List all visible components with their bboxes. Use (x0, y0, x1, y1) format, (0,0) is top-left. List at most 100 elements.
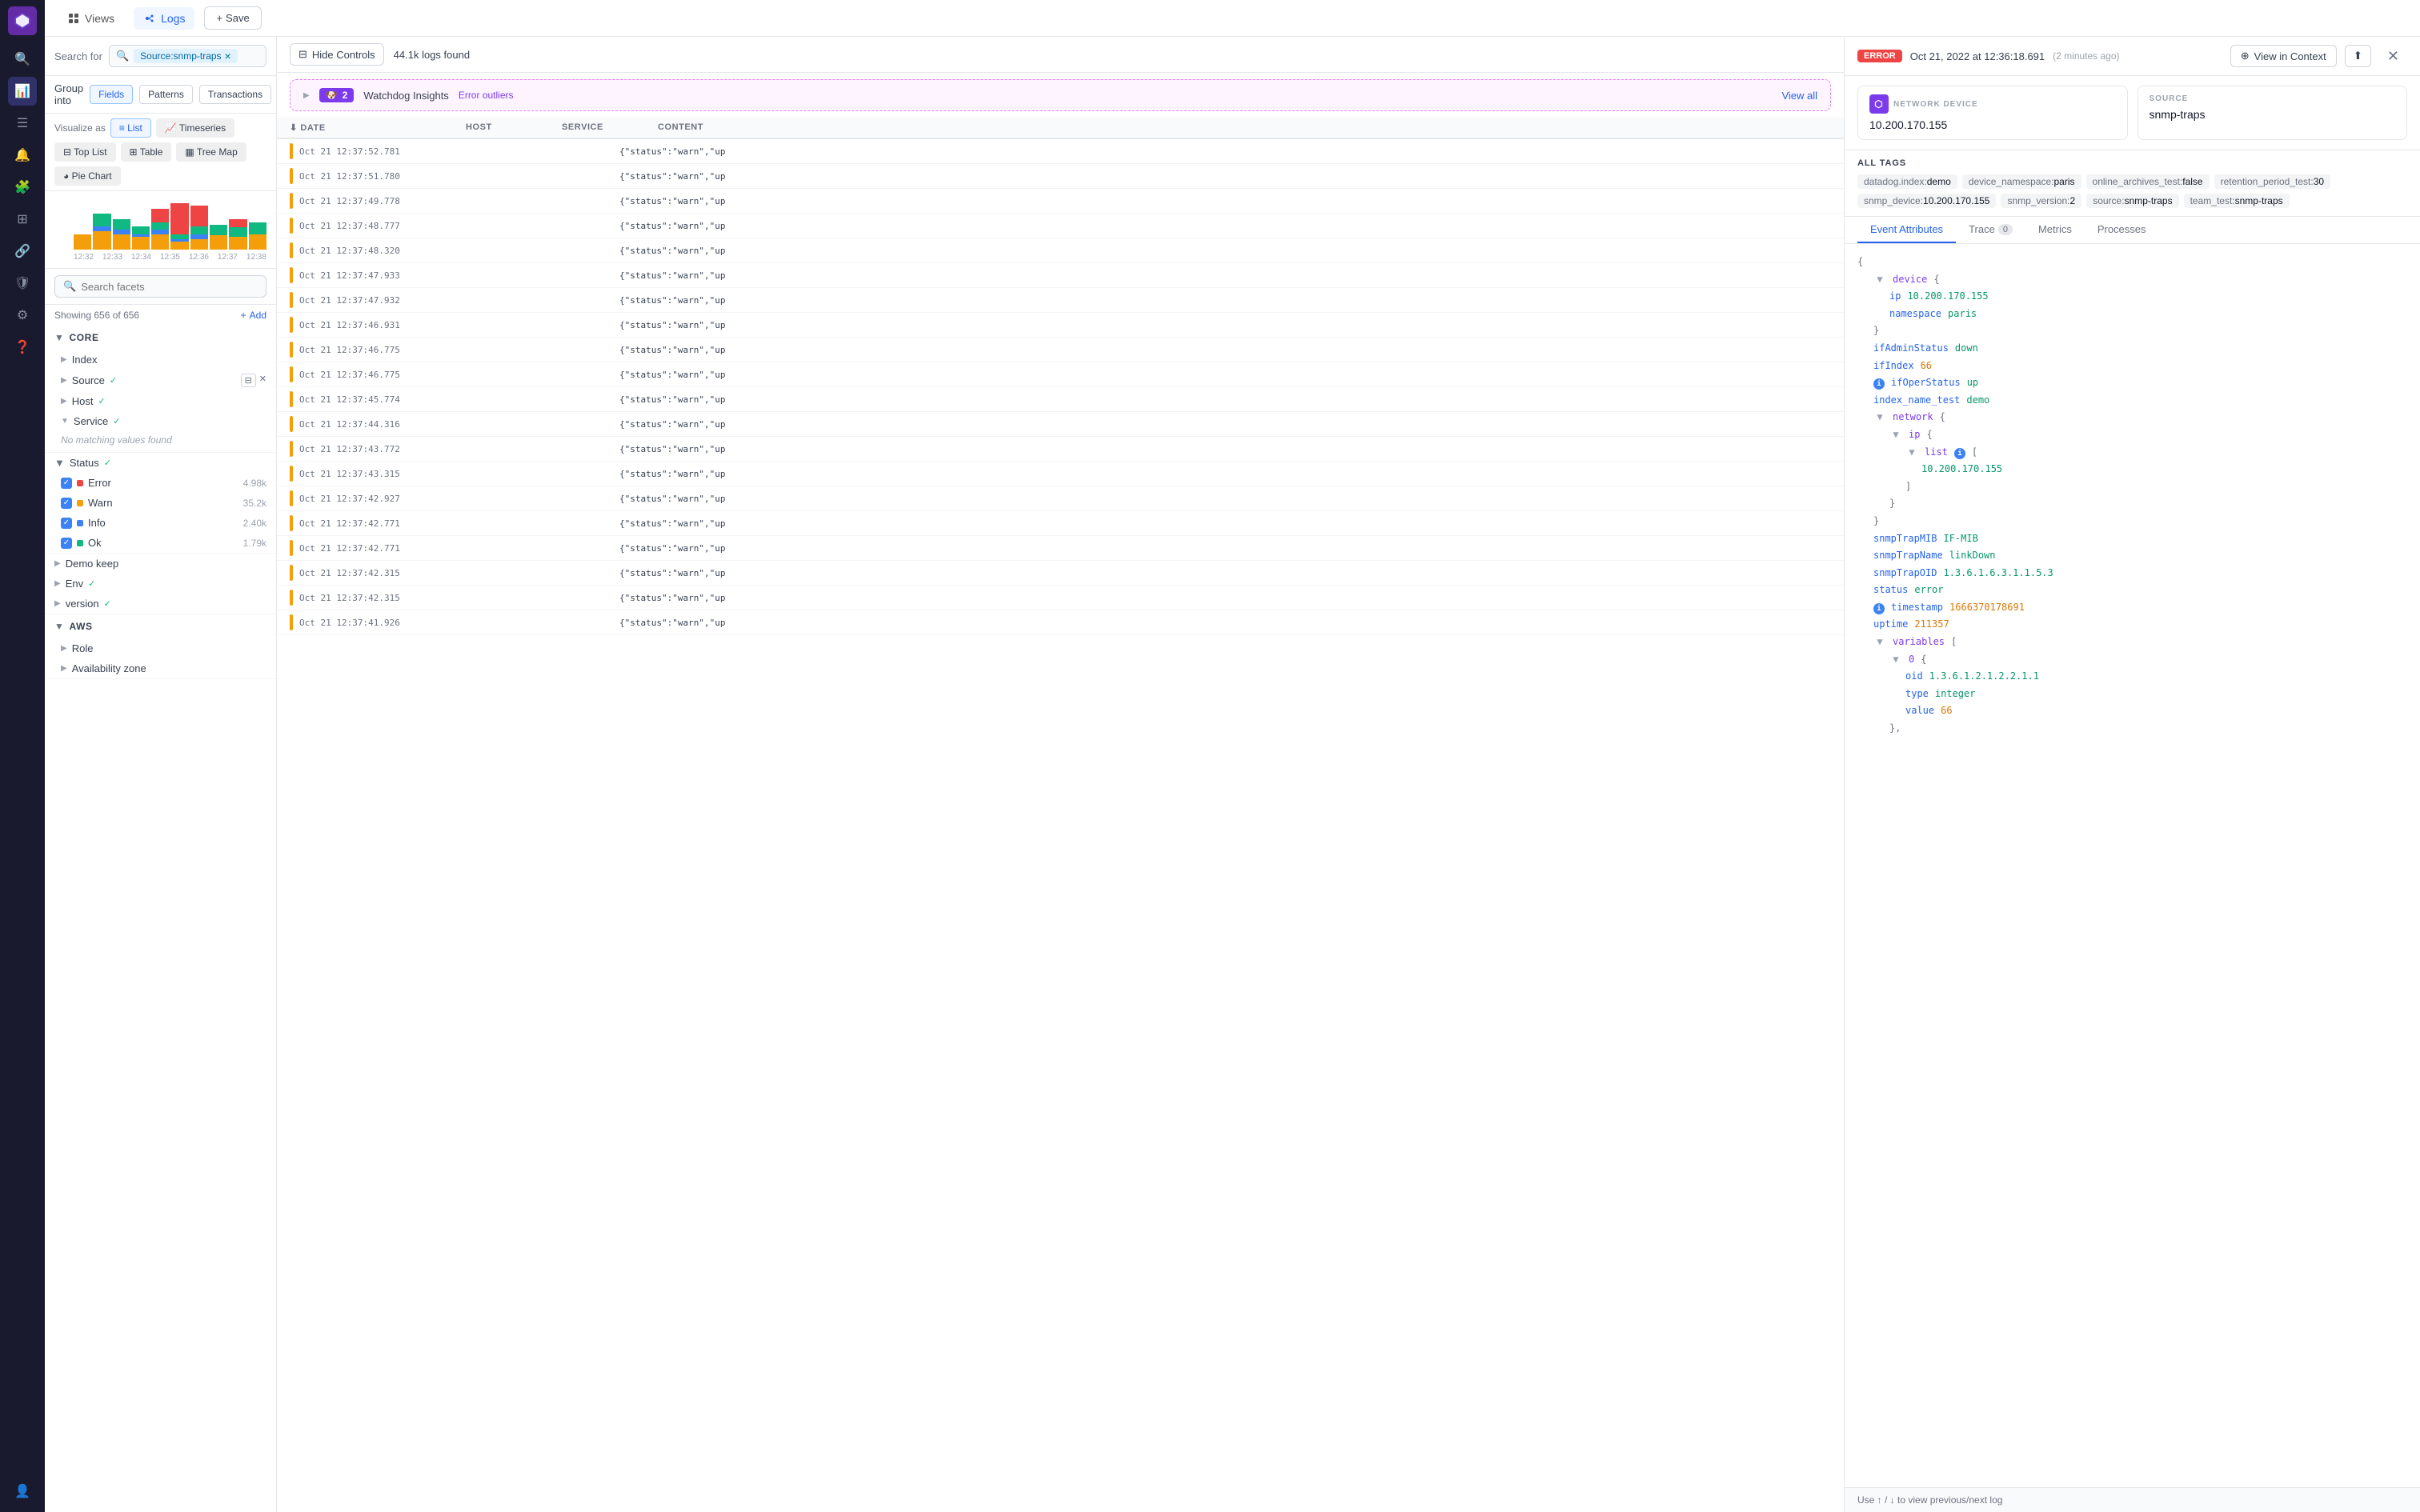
tag-retention-period[interactable]: retention_period_test:30 (2214, 174, 2330, 189)
facet-status-warn[interactable]: Warn 35.2k (45, 493, 276, 513)
checkbox-ok[interactable] (61, 538, 72, 549)
json-network: ▼ network { (1857, 409, 2407, 426)
tab-logs[interactable]: Logs (134, 7, 194, 30)
checkbox-error[interactable] (61, 478, 72, 489)
log-row[interactable]: Oct 21 12:37:46.931 {"status":"warn","up (277, 313, 1844, 338)
checkbox-info[interactable] (61, 518, 72, 529)
tag-source[interactable]: source:snmp-traps (2086, 194, 2178, 208)
facets-search-field[interactable] (81, 281, 258, 293)
log-row[interactable]: Oct 21 12:37:46.775 {"status":"warn","up (277, 362, 1844, 387)
sidebar-icon-bell[interactable]: 🔔 (8, 141, 37, 170)
facet-version[interactable]: ▶ version ✓ (45, 594, 276, 614)
save-button[interactable]: + Save (204, 6, 261, 30)
facets-search-input[interactable]: 🔍 (54, 275, 266, 298)
hide-controls-button[interactable]: ⊟ Hide Controls (290, 43, 384, 66)
tag-team-test[interactable]: team_test:snmp-traps (2184, 194, 2290, 208)
sidebar-icon-link[interactable]: 🔗 (8, 237, 37, 266)
facet-status-info[interactable]: Info 2.40k (45, 513, 276, 533)
facet-source[interactable]: ▶ Source ✓ ⊟ ✕ (45, 370, 276, 391)
sidebar-icon-help[interactable]: ❓ (8, 333, 37, 362)
log-row[interactable]: Oct 21 12:37:43.772 {"status":"warn","up (277, 437, 1844, 462)
log-row[interactable]: Oct 21 12:37:46.775 {"status":"warn","up (277, 338, 1844, 362)
vis-timeseries-button[interactable]: 📈 Timeseries (156, 118, 234, 138)
log-row[interactable]: Oct 21 12:37:52.781 {"status":"warn","up (277, 139, 1844, 164)
log-row[interactable]: Oct 21 12:37:48.320 {"status":"warn","up (277, 238, 1844, 263)
log-row[interactable]: Oct 21 12:37:42.771 {"status":"warn","up (277, 536, 1844, 561)
warn-dot (77, 500, 83, 506)
sidebar-icon-search[interactable]: 🔍 (8, 45, 37, 74)
group-fields-button[interactable]: Fields (90, 85, 133, 104)
facet-status-ok[interactable]: Ok 1.79k (45, 533, 276, 553)
json-device-namespace: namespace paris (1857, 306, 2407, 323)
sidebar-icon-dashboard[interactable]: 📊 (8, 77, 37, 106)
facet-index[interactable]: ▶ Index (45, 350, 276, 370)
tab-processes[interactable]: Processes (2085, 217, 2159, 243)
log-row[interactable]: Oct 21 12:37:43.315 {"status":"warn","up (277, 462, 1844, 486)
log-row[interactable]: Oct 21 12:37:42.315 {"status":"warn","up (277, 561, 1844, 586)
facet-availability-zone[interactable]: ▶ Availability zone (45, 658, 276, 678)
checkbox-warn[interactable] (61, 498, 72, 509)
view-all-link[interactable]: View all (1781, 90, 1817, 102)
log-row[interactable]: Oct 21 12:37:47.932 {"status":"warn","up (277, 288, 1844, 313)
log-date: Oct 21 12:37:47.933 (299, 270, 443, 281)
tag-device-namespace[interactable]: device_namespace:paris (1962, 174, 2081, 189)
tag-snmp-version[interactable]: snmp_version:2 (2001, 194, 2081, 208)
tab-views[interactable]: Views (58, 7, 124, 30)
facet-host[interactable]: ▶ Host ✓ (45, 391, 276, 411)
sidebar-icon-shield[interactable]: 🛡 (8, 269, 37, 298)
tag-datadog-index[interactable]: datadog.index:demo (1857, 174, 1957, 189)
tab-trace[interactable]: Trace 0 (1956, 217, 2025, 243)
facet-group-aws-header[interactable]: ▼ AWS (45, 614, 276, 638)
close-button[interactable]: ✕ (2379, 45, 2407, 67)
facet-status-error[interactable]: Error 4.98k (45, 473, 276, 493)
log-row[interactable]: Oct 21 12:37:48.777 {"status":"warn","up (277, 214, 1844, 238)
log-row[interactable]: Oct 21 12:37:49.778 {"status":"warn","up (277, 189, 1844, 214)
sidebar-icon-user[interactable]: 👤 (8, 1477, 37, 1506)
tag-online-archives[interactable]: online_archives_test:false (2086, 174, 2210, 189)
view-context-button[interactable]: ⊕ View in Context (2230, 45, 2337, 67)
filter-icon[interactable]: ⊟ (241, 374, 256, 387)
insights-chevron[interactable]: ▶ (303, 91, 310, 100)
vis-piechart-button[interactable]: ◕ Pie Chart (54, 166, 121, 186)
clear-source-icon[interactable]: ✕ (259, 374, 266, 387)
log-level-indicator (290, 490, 293, 506)
group-patterns-button[interactable]: Patterns (139, 85, 193, 104)
tag-snmp-device[interactable]: snmp_device:10.200.170.155 (1857, 194, 1996, 208)
info-icon[interactable]: i (1873, 603, 1885, 614)
facet-env[interactable]: ▶ Env ✓ (45, 574, 276, 594)
log-row[interactable]: Oct 21 12:37:44.316 {"status":"warn","up (277, 412, 1844, 437)
sidebar-icon-list[interactable]: ☰ (8, 109, 37, 138)
search-input-wrap[interactable]: 🔍 Source:snmp-traps × (109, 45, 266, 67)
log-row[interactable]: Oct 21 12:37:47.933 {"status":"warn","up (277, 263, 1844, 288)
tab-metrics[interactable]: Metrics (2025, 217, 2085, 243)
tab-logs-label: Logs (161, 12, 185, 25)
facet-group-core-header[interactable]: ▼ CORE (45, 326, 276, 350)
log-date: Oct 21 12:37:48.320 (299, 246, 443, 256)
vis-table-button[interactable]: ⊞ Table (121, 142, 172, 162)
log-row[interactable]: Oct 21 12:37:45.774 {"status":"warn","up (277, 387, 1844, 412)
add-facet-button[interactable]: + Add (241, 310, 266, 321)
facet-status[interactable]: ▼ Status ✓ (45, 453, 276, 473)
log-row[interactable]: Oct 21 12:37:42.315 {"status":"warn","up (277, 586, 1844, 610)
share-button[interactable]: ⬆ (2345, 45, 2371, 67)
sidebar-icon-settings[interactable]: ⚙ (8, 301, 37, 330)
collapse-icon: ▼ (54, 457, 65, 469)
facet-demo-keep[interactable]: ▶ Demo keep (45, 554, 276, 574)
vis-toplist-button[interactable]: ⊟ Top List (54, 142, 116, 162)
info-icon[interactable]: i (1954, 448, 1965, 459)
sidebar-icon-grid[interactable]: ⊞ (8, 205, 37, 234)
log-row[interactable]: Oct 21 12:37:41.926 {"status":"warn","up (277, 610, 1844, 635)
log-row[interactable]: Oct 21 12:37:42.927 {"status":"warn","up (277, 486, 1844, 511)
info-icon[interactable]: i (1873, 378, 1885, 390)
log-row[interactable]: Oct 21 12:37:51.780 {"status":"warn","up (277, 164, 1844, 189)
facet-role[interactable]: ▶ Role (45, 638, 276, 658)
tab-event-attributes[interactable]: Event Attributes (1857, 217, 1956, 243)
app-logo[interactable] (8, 6, 37, 35)
filter-remove-icon[interactable]: × (225, 50, 231, 62)
group-transactions-button[interactable]: Transactions (199, 85, 271, 104)
log-row[interactable]: Oct 21 12:37:42.771 {"status":"warn","up (277, 511, 1844, 536)
sidebar-icon-puzzle[interactable]: 🧩 (8, 173, 37, 202)
vis-list-button[interactable]: ≡ List (110, 118, 151, 138)
facet-service[interactable]: ▼ Service ✓ (45, 411, 276, 431)
vis-treemap-button[interactable]: ▦ Tree Map (176, 142, 246, 162)
